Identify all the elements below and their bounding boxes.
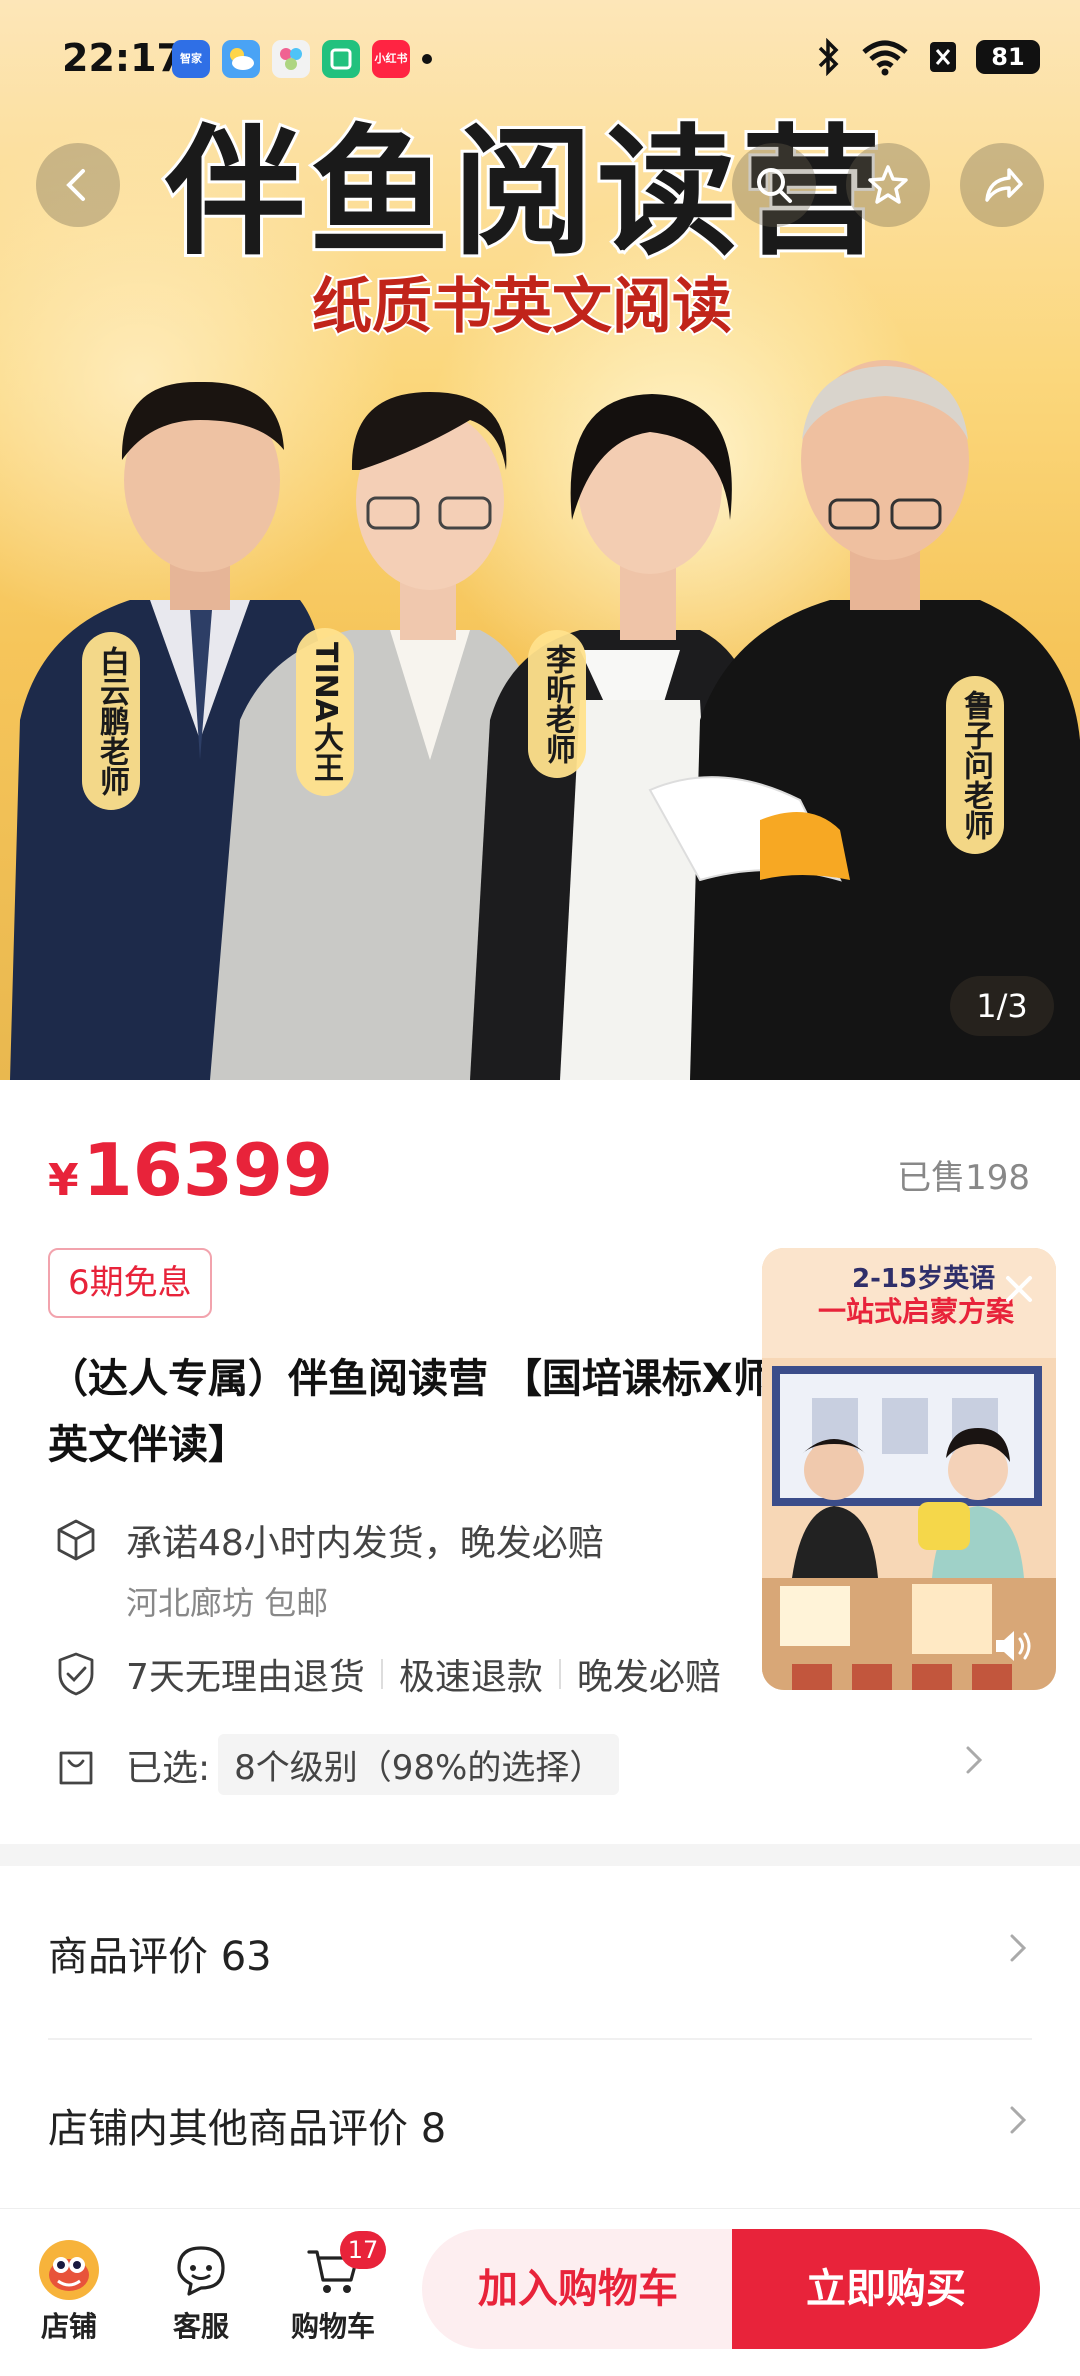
cart-tab[interactable]: 17 购物车 xyxy=(288,2231,386,2345)
status-bar: 22:17 智家 小红书 81 xyxy=(0,0,1080,120)
selected-label: 已选: xyxy=(126,1747,211,1789)
product-reviews-label: 商品评价 63 xyxy=(48,1934,272,1980)
separator xyxy=(558,1659,561,1689)
cart-label: 购物车 xyxy=(290,2310,375,2343)
teacher-label: 李昕老师 xyxy=(528,630,586,778)
installment-tag: 6期免息 xyxy=(48,1248,212,1318)
favorite-button[interactable] xyxy=(846,143,930,227)
no-sim-icon xyxy=(930,42,956,72)
teacher-label: TINA大王 xyxy=(296,628,354,796)
shop-reviews-label: 店铺内其他商品评价 8 xyxy=(48,2106,447,2152)
shop-label: 店铺 xyxy=(40,2310,97,2343)
selected-option-row[interactable]: 已选: 8个级别（98%的选择） xyxy=(48,1734,1032,1795)
selected-value-chip: 8个级别（98%的选择） xyxy=(218,1734,620,1795)
notification-icons: 智家 小红书 xyxy=(172,40,432,78)
section-divider xyxy=(0,1844,1080,1866)
customer-service-label: 客服 xyxy=(172,2310,229,2343)
chevron-right-icon xyxy=(1004,2100,1032,2150)
chevron-right-icon xyxy=(960,1740,988,1789)
wifi-icon xyxy=(862,40,908,76)
product-reviews-row[interactable]: 商品评价 63 xyxy=(48,1898,1032,2008)
separator xyxy=(380,1659,383,1689)
mute-button[interactable] xyxy=(992,1626,1038,1670)
image-pager-indicator: 1/3 xyxy=(950,976,1054,1036)
chevron-left-icon xyxy=(66,169,85,201)
bottom-action-bar: 店铺 客服 17 购物车 加入购物车 立即购买 xyxy=(0,2208,1080,2376)
chevron-right-icon xyxy=(1004,1928,1032,1978)
search-button[interactable] xyxy=(732,143,816,227)
package-icon xyxy=(48,1512,104,1568)
share-icon xyxy=(985,168,1023,202)
share-button[interactable] xyxy=(960,143,1044,227)
fast-refund: 极速退款 xyxy=(398,1657,543,1698)
service-row[interactable]: 7天无理由退货 极速退款 晚发必赔 xyxy=(48,1646,721,1702)
back-button[interactable] xyxy=(36,143,120,227)
bluetooth-icon xyxy=(818,38,839,76)
customer-service-tab[interactable]: 客服 xyxy=(156,2235,246,2345)
return-policy: 7天无理由退货 xyxy=(126,1657,365,1698)
chat-icon xyxy=(156,2235,246,2305)
teacher-label: 鲁子问老师 xyxy=(946,676,1004,854)
battery-indicator: 81 xyxy=(976,40,1040,74)
buy-now-button[interactable]: 立即购买 xyxy=(732,2229,1040,2349)
add-to-cart-button[interactable]: 加入购物车 xyxy=(422,2229,734,2349)
floating-live-video[interactable]: 2-15岁英语 一站式启蒙方案 xyxy=(762,1248,1056,1690)
shop-tab[interactable]: 店铺 xyxy=(24,2235,114,2345)
ship-from: 河北廊坊 包邮 xyxy=(126,1584,329,1622)
close-icon xyxy=(1006,1276,1032,1302)
product-price: ¥ 16399 xyxy=(48,1128,334,1212)
shipping-row[interactable]: 承诺48小时内发货，晚发必赔 xyxy=(48,1512,604,1568)
sold-count: 已售198 xyxy=(897,1158,1030,1198)
video-headline-2: 一站式启蒙方案 xyxy=(818,1295,1015,1328)
star-icon xyxy=(868,165,908,204)
smart-home-app-icon: 智家 xyxy=(172,40,210,78)
shipping-promise: 承诺48小时内发货，晚发必赔 xyxy=(126,1523,604,1564)
shop-logo-icon xyxy=(24,2235,114,2305)
cart-count-badge: 17 xyxy=(340,2231,386,2269)
teacher-label: 白云鹏老师 xyxy=(82,632,140,810)
search-icon xyxy=(757,168,792,203)
mi-app-icon xyxy=(322,40,360,78)
product-title: （达人专属）伴鱼阅读营 【国培课标X师英文伴读】 xyxy=(48,1356,773,1468)
speaker-icon xyxy=(996,1631,1031,1661)
shop-reviews-row[interactable]: 店铺内其他商品评价 8 xyxy=(48,2070,1032,2180)
xiaohongshu-app-icon: 小红书 xyxy=(372,40,410,78)
bag-icon xyxy=(48,1737,104,1793)
late-compensation: 晚发必赔 xyxy=(576,1657,721,1698)
more-notifications-dot xyxy=(422,54,432,64)
product-image-carousel[interactable]: 22:17 智家 小红书 81 伴鱼阅读营 纸质书英文阅读 白云鹏老师 TINA… xyxy=(0,0,1080,1080)
close-video-button[interactable] xyxy=(1002,1272,1036,1310)
shield-check-icon xyxy=(48,1646,104,1702)
weather-app-icon xyxy=(222,40,260,78)
cart-icon: 17 xyxy=(288,2231,386,2305)
status-time: 22:17 xyxy=(62,36,183,80)
row-divider xyxy=(48,2038,1032,2040)
ai-app-icon xyxy=(272,40,310,78)
